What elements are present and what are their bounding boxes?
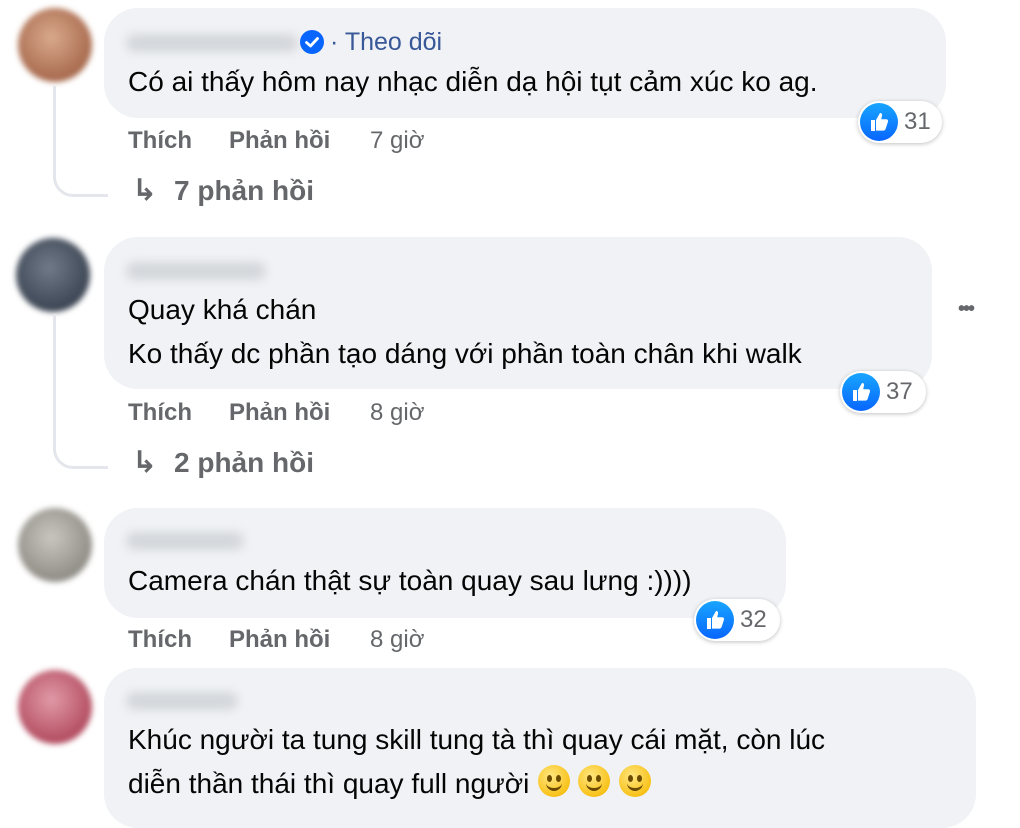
more-options-icon[interactable]: •••: [958, 298, 975, 321]
commenter-avatar[interactable]: [16, 238, 90, 312]
commenter-name[interactable]: [126, 692, 238, 710]
thread-line: [53, 86, 108, 197]
commenter-name[interactable]: [126, 34, 298, 52]
reaction-count: 31: [904, 108, 931, 135]
like-button[interactable]: Thích: [128, 127, 192, 155]
smiley-emoji-icon: [578, 765, 611, 797]
smiley-emoji-icon: [537, 765, 570, 797]
like-reaction-icon: [860, 103, 898, 141]
reply-button[interactable]: Phản hồi: [229, 399, 330, 427]
reply-button[interactable]: Phản hồi: [229, 127, 330, 155]
reaction-summary[interactable]: 32: [694, 599, 780, 641]
comment-text: Ko thấy dc phần tạo dáng với phần toàn c…: [128, 338, 802, 369]
comment-text: Camera chán thật sự toàn quay sau lưng :…: [128, 565, 692, 596]
reply-button[interactable]: Phản hồi: [229, 626, 330, 654]
comment-text: diễn thần thái thì quay full người: [128, 768, 530, 799]
comment-timestamp[interactable]: 8 giờ: [370, 626, 424, 654]
like-button[interactable]: Thích: [128, 626, 192, 654]
follow-link[interactable]: · Theo dõi: [330, 28, 442, 57]
verified-badge-icon: [300, 30, 324, 54]
commenter-name[interactable]: [126, 532, 244, 550]
comment-timestamp[interactable]: 7 giờ: [370, 127, 424, 155]
like-reaction-icon: [696, 601, 734, 639]
commenter-name[interactable]: [126, 262, 266, 280]
smiley-emoji-icon: [618, 765, 651, 797]
comment-text: Quay khá chán: [128, 294, 317, 325]
comment-text: Có ai thấy hôm nay nhạc diễn dạ hội tụt …: [128, 66, 818, 97]
commenter-avatar[interactable]: [18, 670, 92, 744]
reply-arrow-icon: ↳: [132, 174, 158, 207]
commenter-avatar[interactable]: [18, 8, 92, 82]
view-replies-link[interactable]: 7 phản hồi: [174, 175, 314, 207]
commenter-avatar[interactable]: [18, 508, 92, 582]
reaction-count: 32: [740, 606, 767, 633]
thread-line: [53, 314, 108, 469]
reaction-count: 37: [886, 378, 913, 405]
reply-arrow-icon: ↳: [132, 446, 158, 479]
comment-text: Khúc người ta tung skill tung tà thì qua…: [128, 724, 826, 755]
like-reaction-icon: [842, 373, 880, 411]
reaction-summary[interactable]: 37: [840, 371, 926, 413]
like-button[interactable]: Thích: [128, 399, 192, 427]
reaction-summary[interactable]: 31: [858, 101, 942, 143]
view-replies-link[interactable]: 2 phản hồi: [174, 447, 314, 479]
comment-timestamp[interactable]: 8 giờ: [370, 399, 424, 427]
comment-text-line: diễn thần thái thì quay full người: [128, 764, 651, 804]
